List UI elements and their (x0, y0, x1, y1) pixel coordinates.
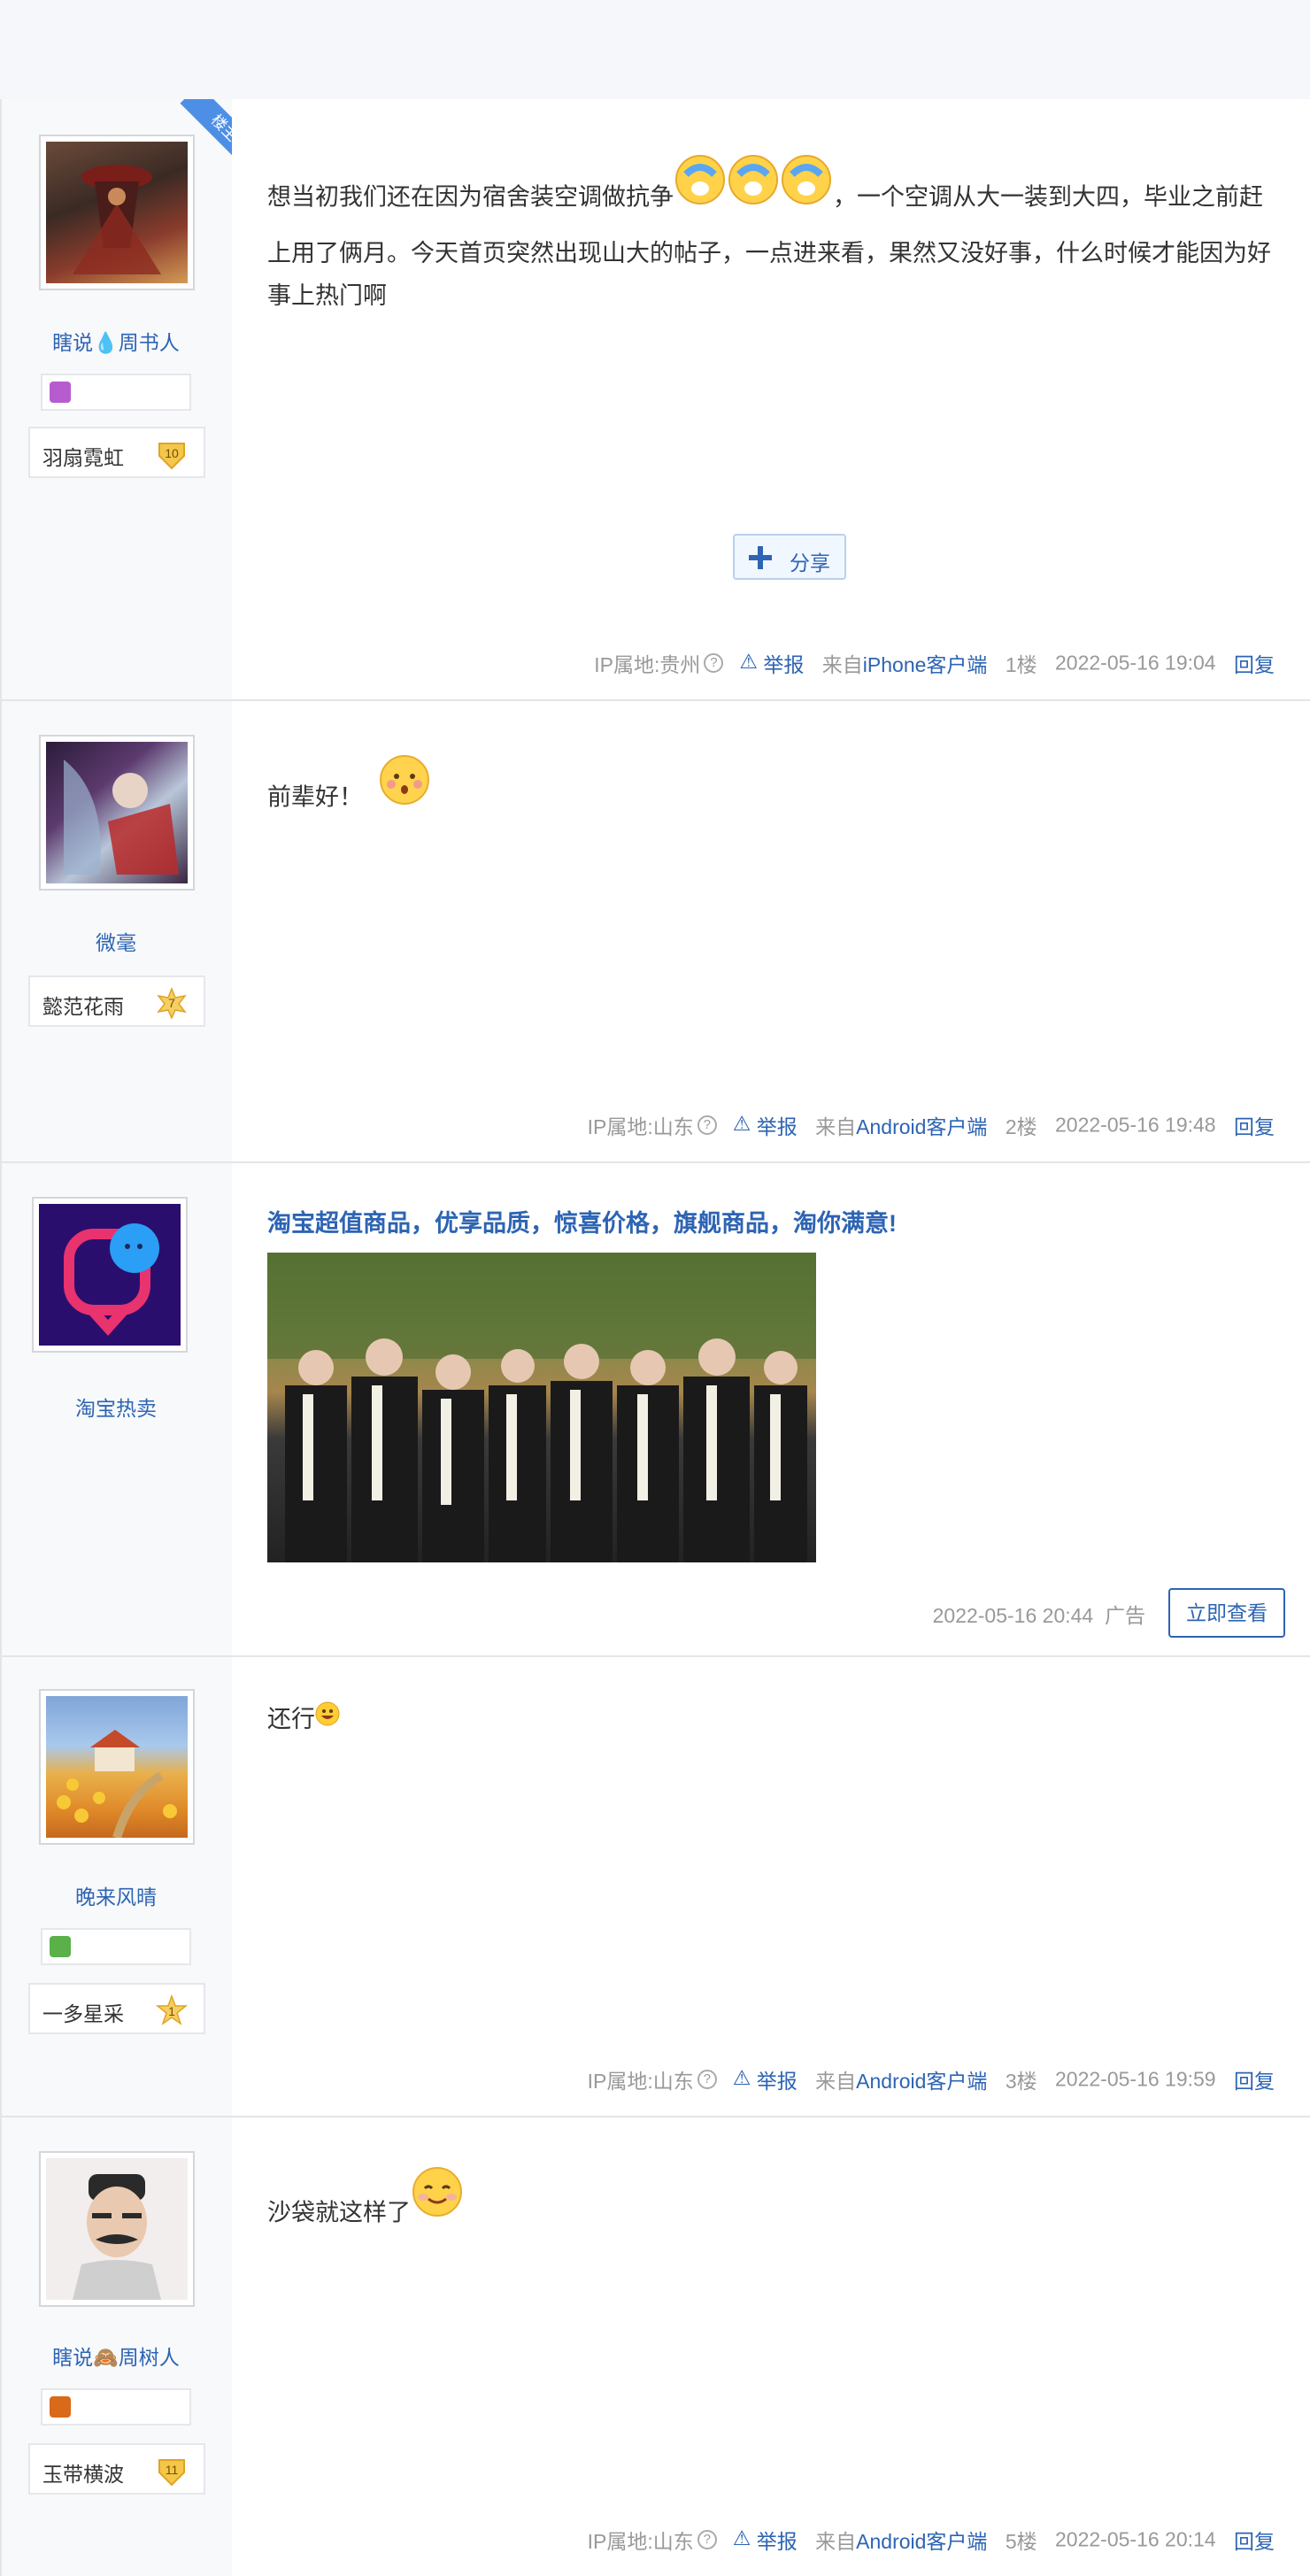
reply-link[interactable]: 回复 (1234, 2530, 1275, 2553)
post-meta: IP属地:贵州? ⚠ 举报 来自iPhone客户端 1楼 2022-05-16 1… (594, 650, 1275, 676)
username[interactable]: 瞎说🙈周树人 (0, 2341, 232, 2371)
user-medal (41, 2388, 191, 2426)
floor-number: 1楼 (1005, 653, 1037, 676)
post-meta: IP属地:山东? ⚠ 举报 来自Android客户端 5楼 2022-05-16 … (587, 2526, 1275, 2553)
client-link[interactable]: Android客户端 (856, 2070, 987, 2093)
client-link[interactable]: iPhone客户端 (863, 653, 988, 676)
post-time: 2022-05-16 20:14 (1055, 2527, 1216, 2551)
grinning-emoji-icon (315, 1697, 340, 1739)
help-icon[interactable]: ? (697, 2070, 717, 2089)
user-level: 一多星采 1 (28, 1983, 205, 2034)
client-link[interactable]: Android客户端 (856, 2530, 987, 2553)
view-now-button[interactable]: 立即查看 (1168, 1588, 1285, 1638)
user-medal (41, 374, 191, 411)
user-level: 懿范花雨 7 (28, 976, 205, 1027)
floor-number: 3楼 (1005, 2070, 1037, 2093)
ad-image[interactable] (267, 1253, 816, 1562)
level-badge-icon: 11 (158, 2459, 185, 2487)
help-icon[interactable]: ? (704, 653, 724, 673)
floor-number: 5楼 (1005, 2530, 1037, 2553)
username[interactable]: 瞎说💧周书人 (0, 326, 232, 356)
sun-medal-icon (50, 2396, 71, 2418)
reply-link[interactable]: 回复 (1234, 2070, 1275, 2093)
post-content: 想当初我们还在因为宿舍装空调做抗争 ，一个空调从大一装到大四，毕业之前赶上用了俩… (267, 155, 1275, 317)
level-badge-icon: 10 (158, 443, 185, 470)
floor-number: 2楼 (1005, 1115, 1037, 1138)
post-meta: IP属地:山东? ⚠ 举报 来自Android客户端 2楼 2022-05-16 … (587, 1112, 1275, 1138)
top-bar (0, 0, 1310, 99)
report-link[interactable]: ⚠ 举报 (739, 650, 804, 676)
reply-link[interactable]: 回复 (1234, 1115, 1275, 1138)
username[interactable]: 晚来风晴 (0, 1880, 232, 1910)
help-icon[interactable]: ? (697, 2530, 717, 2549)
svg-text:1: 1 (168, 2004, 175, 2018)
avatar[interactable] (39, 2151, 195, 2307)
post-meta: IP属地:山东? ⚠ 举报 来自Android客户端 3楼 2022-05-16 … (587, 2066, 1275, 2093)
plus-icon (749, 546, 772, 569)
svg-text:7: 7 (168, 996, 175, 1010)
crying-emoji-icon (674, 153, 833, 220)
help-icon[interactable]: ? (697, 1115, 717, 1135)
smiling-emoji-icon (411, 2165, 464, 2232)
sagittarius-icon (50, 382, 71, 403)
report-link[interactable]: ⚠ 举报 (733, 2526, 798, 2553)
username[interactable]: 淘宝热卖 (0, 1392, 232, 1422)
svg-text:11: 11 (166, 2463, 179, 2477)
post-time: 2022-05-16 19:59 (1055, 2067, 1216, 2091)
reply-link[interactable]: 回复 (1234, 653, 1275, 676)
user-level: 玉带横波 11 (28, 2443, 205, 2495)
client-link[interactable]: Android客户端 (856, 1115, 987, 1138)
avatar[interactable] (39, 735, 195, 891)
avatar[interactable] (39, 1689, 195, 1845)
ad-avatar[interactable] (32, 1197, 188, 1353)
post-content: 前辈好！ (267, 755, 1275, 831)
post-content: 还行 (267, 1698, 1275, 1742)
user-level: 羽扇霓虹 10 (28, 427, 205, 478)
capricorn-icon (50, 1936, 71, 1957)
blushing-emoji-icon (379, 754, 430, 819)
share-button[interactable]: 分享 (733, 534, 846, 580)
user-medal (41, 1928, 191, 1965)
level-badge-icon: 1 (156, 1994, 188, 2025)
report-link[interactable]: ⚠ 举报 (733, 2066, 798, 2093)
post-time: 2022-05-16 19:48 (1055, 1113, 1216, 1137)
avatar[interactable] (39, 135, 195, 290)
post-content: 沙袋就这样了 (267, 2167, 1275, 2248)
ad-meta: 2022-05-16 20:44 广告 (932, 1604, 1145, 1627)
svg-text:10: 10 (165, 446, 179, 460)
ad-title[interactable]: 淘宝超值商品，优享品质，惊喜价格，旗舰商品，淘你满意! (267, 1204, 897, 1238)
level-badge-icon: 7 (157, 987, 187, 1019)
report-link[interactable]: ⚠ 举报 (733, 1112, 798, 1138)
post-time: 2022-05-16 19:04 (1055, 651, 1216, 675)
username[interactable]: 微毫 (0, 926, 232, 956)
